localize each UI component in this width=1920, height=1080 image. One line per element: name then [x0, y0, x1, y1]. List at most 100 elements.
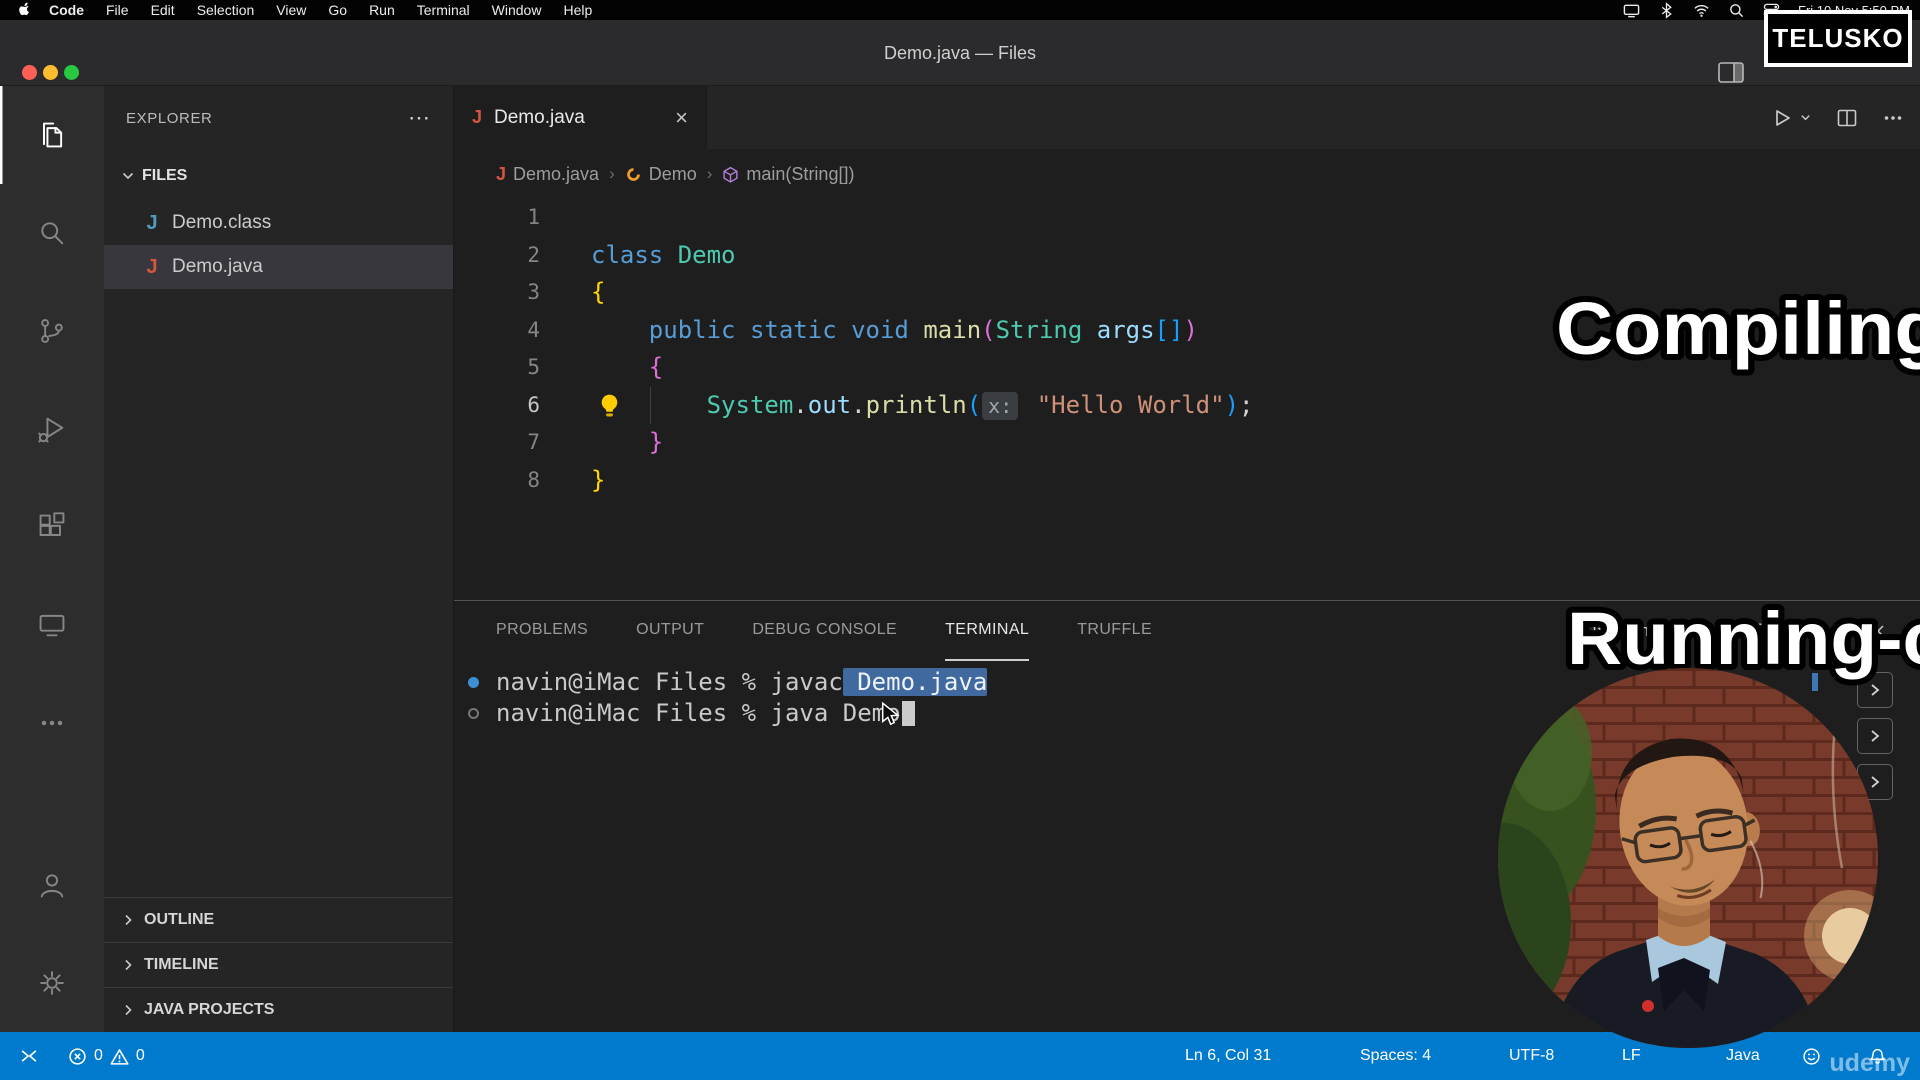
java-file-icon: J: [144, 256, 160, 279]
run-java-button[interactable]: [1771, 107, 1812, 129]
extensions-icon[interactable]: [0, 478, 104, 576]
menu-help[interactable]: Help: [552, 0, 603, 20]
activity-bar: [0, 86, 104, 1032]
chevron-down-icon: [120, 168, 136, 184]
tab-label: Demo.java: [494, 107, 585, 129]
panel-tab-output[interactable]: OUTPUT: [636, 601, 704, 661]
explorer-more-actions-icon[interactable]: ⋯: [408, 105, 431, 131]
line-number: 2: [454, 237, 540, 275]
panel-tab-problems[interactable]: PROBLEMS: [496, 601, 588, 661]
apple-menu-icon[interactable]: [18, 2, 32, 18]
launch-profile-chevron-icon[interactable]: [1712, 624, 1727, 639]
chevron-right-icon: [120, 957, 136, 973]
breadcrumb-item[interactable]: main(String[]): [722, 164, 854, 185]
account-icon[interactable]: [0, 836, 104, 934]
warning-icon: [110, 1047, 129, 1066]
menu-go[interactable]: Go: [317, 0, 358, 20]
maximize-panel-chevron-icon[interactable]: [1833, 624, 1848, 639]
section-outline[interactable]: OUTLINE: [104, 897, 453, 942]
panel-tab-debug-console[interactable]: DEBUG CONSOLE: [752, 601, 897, 661]
wifi-icon[interactable]: [1693, 2, 1710, 19]
line-number: 8: [454, 462, 540, 500]
section-timeline[interactable]: TIMELINE: [104, 942, 453, 987]
menu-file[interactable]: File: [95, 0, 140, 20]
telusko-logo: TELUSKO: [1764, 10, 1912, 67]
menu-selection[interactable]: Selection: [186, 0, 266, 20]
search-icon[interactable]: [0, 184, 104, 282]
source-control-icon[interactable]: [0, 282, 104, 380]
editor-area: J Demo.java × JDemo.java›Demo›main(Strin…: [454, 86, 1920, 600]
code-line-3[interactable]: 3{: [454, 274, 1920, 312]
indentation-status[interactable]: Spaces: 4: [1360, 1032, 1431, 1080]
files-section-label: FILES: [142, 167, 187, 185]
code-line-1[interactable]: 1: [454, 199, 1920, 237]
file-item-demo.java[interactable]: J Demo.java: [104, 245, 453, 289]
code-line-5[interactable]: 5 {: [454, 349, 1920, 387]
file-item-demo.class[interactable]: JDemo.class: [104, 201, 453, 245]
chevron-right-icon: [120, 1002, 136, 1018]
settings-gear-icon[interactable]: [0, 934, 104, 1032]
menu-window[interactable]: Window: [481, 0, 553, 20]
chevron-right-icon: [120, 912, 136, 928]
panel-tab-terminal[interactable]: TERMINAL: [945, 601, 1029, 661]
macos-menu-bar: CodeFileEditSelectionViewGoRunTerminalWi…: [0, 0, 1920, 20]
code-line-6[interactable]: 6 System.out.println(x: "Hello World");: [454, 387, 1920, 425]
search-icon[interactable]: [1728, 2, 1745, 19]
remote-indicator-icon[interactable]: [0, 1046, 58, 1066]
breadcrumb: JDemo.java › Demo › main(String[]): [454, 149, 1920, 199]
java-file-icon: J: [472, 107, 482, 128]
sidebar-title: EXPLORER: [126, 110, 213, 127]
command-decoration-icon: [468, 677, 479, 688]
menu-view[interactable]: View: [265, 0, 317, 20]
line-number: 5: [454, 349, 540, 387]
cursor-position-status[interactable]: Ln 6, Col 31: [1185, 1032, 1271, 1080]
line-number: 6: [454, 387, 540, 425]
screen-mirroring-icon[interactable]: [1623, 2, 1640, 19]
error-icon: [68, 1047, 87, 1066]
code-editor[interactable]: 12class Demo3{4 public static void main(…: [454, 199, 1920, 499]
shell-selector[interactable]: zsh: [1593, 620, 1649, 642]
breadcrumb-item[interactable]: JDemo.java: [496, 164, 599, 185]
kill-terminal-trash-icon[interactable]: [1791, 621, 1811, 641]
udemy-watermark: udemy: [1829, 1049, 1910, 1078]
new-terminal-icon[interactable]: [1671, 622, 1690, 641]
vscode-window: CodeFileEditSelectionViewGoRunTerminalWi…: [0, 0, 1920, 1080]
class-symbol-icon: [625, 166, 642, 183]
file-name: Demo.class: [172, 212, 271, 234]
breadcrumb-separator: ›: [609, 164, 615, 184]
customize-layout-icon[interactable]: [1718, 62, 1744, 83]
menu-edit[interactable]: Edit: [140, 0, 186, 20]
code-line-7[interactable]: 7 }: [454, 424, 1920, 462]
code-line-2[interactable]: 2class Demo: [454, 237, 1920, 275]
file-name: Demo.java: [172, 256, 263, 278]
close-panel-icon[interactable]: [1870, 623, 1886, 639]
code-line-8[interactable]: 8}: [454, 462, 1920, 500]
files-section-header[interactable]: FILES: [104, 150, 453, 201]
chevron-down-icon: [1799, 111, 1812, 124]
split-terminal-icon[interactable]: [1749, 621, 1769, 641]
mouse-cursor: [878, 702, 900, 726]
explorer-icon[interactable]: [0, 86, 104, 184]
panel-tab-truffle[interactable]: TRUFFLE: [1077, 601, 1152, 661]
method-symbol-icon: [722, 166, 739, 183]
command-decoration-icon: [468, 708, 479, 719]
tab-demo-java[interactable]: J Demo.java ×: [454, 86, 707, 149]
more-actions-icon[interactable]: [1882, 107, 1904, 129]
remote-explorer-icon[interactable]: [0, 576, 104, 674]
section-java-projects[interactable]: JAVA PROJECTS: [104, 987, 453, 1032]
menu-code[interactable]: Code: [38, 0, 95, 20]
breadcrumb-item[interactable]: Demo: [625, 164, 697, 185]
menu-run[interactable]: Run: [358, 0, 406, 20]
split-editor-icon[interactable]: [1836, 107, 1858, 129]
lightbulb-icon[interactable]: [597, 393, 622, 418]
close-tab-icon[interactable]: ×: [675, 105, 688, 131]
problems-status[interactable]: 0 0: [58, 1047, 145, 1066]
code-line-4[interactable]: 4 public static void main(String args[]): [454, 312, 1920, 350]
breadcrumb-separator: ›: [707, 164, 713, 184]
more-actions-icon[interactable]: [0, 674, 104, 772]
bluetooth-icon[interactable]: [1658, 2, 1675, 19]
window-title-bar: Demo.java — Files: [0, 20, 1920, 86]
explorer-sidebar: EXPLORER ⋯ FILES JDemo.class J Demo.java O…: [104, 86, 454, 1032]
run-debug-icon[interactable]: [0, 380, 104, 478]
menu-terminal[interactable]: Terminal: [406, 0, 481, 20]
